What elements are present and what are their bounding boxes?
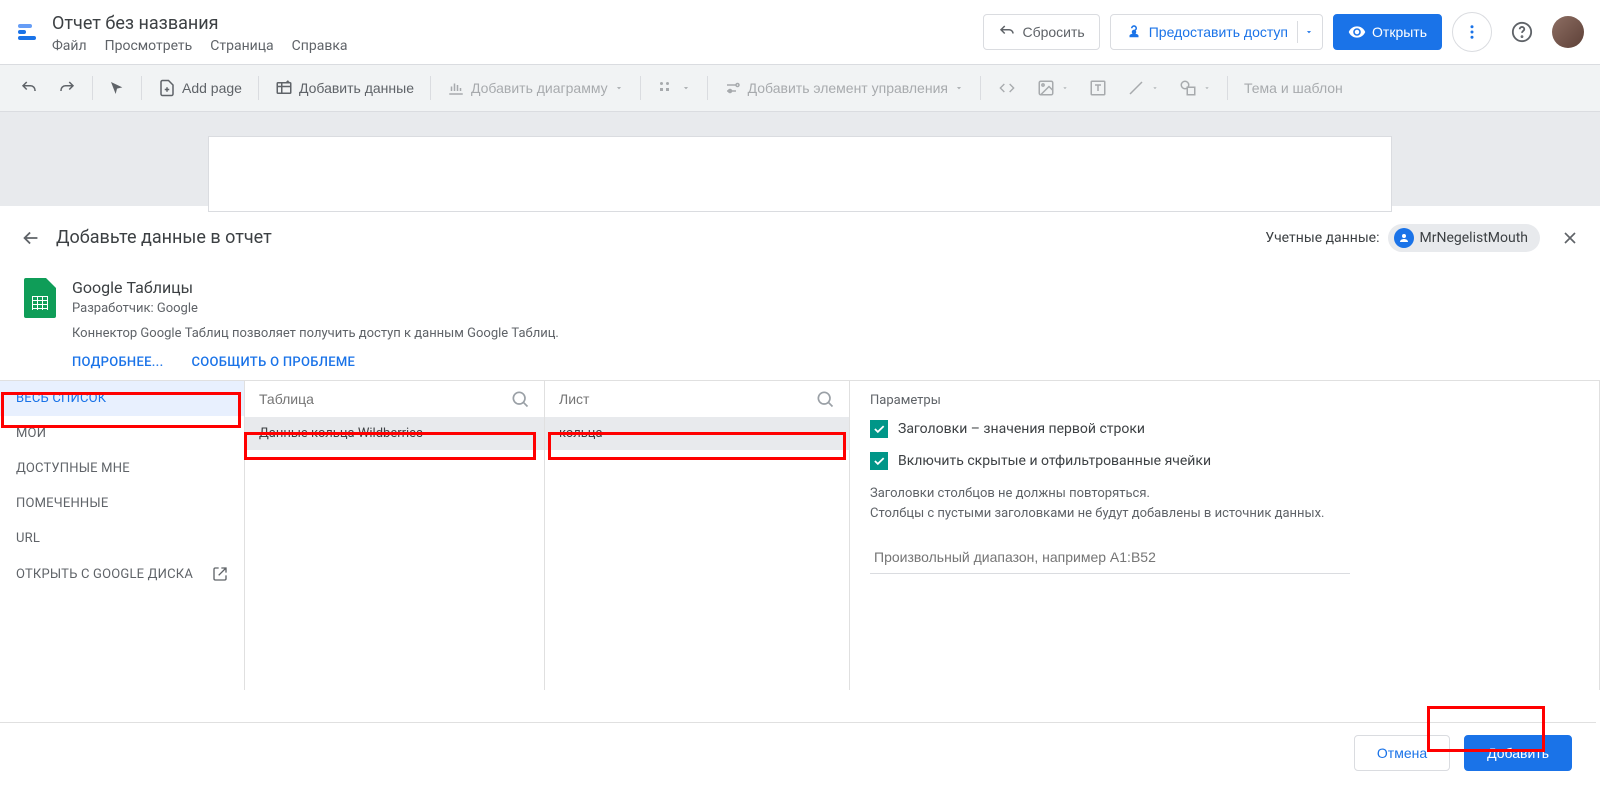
menu-page[interactable]: Страница bbox=[210, 38, 273, 54]
canvas-area bbox=[0, 112, 1600, 206]
user-icon bbox=[1394, 228, 1414, 248]
table-row-selected[interactable]: Данные кольца Wildberries bbox=[245, 417, 544, 450]
menu-file[interactable]: Файл bbox=[52, 38, 87, 54]
sheets-icon bbox=[24, 278, 56, 318]
app-logo[interactable] bbox=[16, 20, 40, 44]
source-shared[interactable]: ДОСТУПНЫЕ МНЕ bbox=[0, 451, 244, 486]
source-all[interactable]: ВЕСЬ СПИСОК bbox=[0, 381, 244, 416]
sheet-row-selected[interactable]: кольца bbox=[545, 417, 849, 450]
close-panel-button[interactable] bbox=[1560, 228, 1580, 248]
menu-help[interactable]: Справка bbox=[292, 38, 348, 54]
add-page-label: Add page bbox=[182, 80, 242, 96]
shape-button[interactable] bbox=[1171, 72, 1219, 104]
add-page-button[interactable]: Add page bbox=[150, 72, 250, 104]
search-icon bbox=[815, 389, 835, 409]
url-embed-button[interactable] bbox=[989, 72, 1025, 104]
user-avatar[interactable] bbox=[1552, 16, 1584, 48]
sheet-search-input[interactable] bbox=[559, 391, 815, 407]
redo-button[interactable] bbox=[50, 72, 84, 104]
source-url[interactable]: URL bbox=[0, 521, 244, 556]
add-button[interactable]: Добавить bbox=[1464, 735, 1572, 771]
search-icon bbox=[510, 389, 530, 409]
add-control-button[interactable]: Добавить элемент управления bbox=[716, 72, 972, 104]
cancel-button[interactable]: Отмена bbox=[1354, 735, 1450, 771]
share-label: Предоставить доступ bbox=[1149, 24, 1288, 40]
add-control-label: Добавить элемент управления bbox=[748, 80, 948, 96]
add-chart-button[interactable]: Добавить диаграмму bbox=[439, 72, 632, 104]
reset-button[interactable]: Сбросить bbox=[983, 14, 1099, 50]
report-title[interactable]: Отчет без названия bbox=[52, 11, 983, 36]
help-button[interactable] bbox=[1502, 12, 1542, 52]
connector-developer: Разработчик: Google bbox=[72, 301, 1576, 316]
source-mine[interactable]: МОИ bbox=[0, 416, 244, 451]
opt-hidden-label: Включить скрытые и отфильтрованные ячейк… bbox=[898, 453, 1211, 469]
line-button[interactable] bbox=[1119, 72, 1167, 104]
params-note-2: Столбцы с пустыми заголовками не будут д… bbox=[870, 504, 1579, 524]
connector-description: Коннектор Google Таблиц позволяет получи… bbox=[72, 326, 1576, 341]
credentials-user: MrNegelistMouth bbox=[1420, 230, 1529, 246]
range-input[interactable] bbox=[870, 541, 1350, 574]
source-starred[interactable]: ПОМЕЧЕННЫЕ bbox=[0, 486, 244, 521]
share-button[interactable]: Предоставить доступ bbox=[1110, 14, 1323, 50]
external-link-icon bbox=[212, 566, 228, 582]
text-button[interactable] bbox=[1081, 72, 1115, 104]
undo-button[interactable] bbox=[12, 72, 46, 104]
select-tool[interactable] bbox=[101, 72, 133, 104]
opt-headers-label: Заголовки – значения первой строки bbox=[898, 421, 1145, 437]
reset-label: Сбросить bbox=[1022, 24, 1084, 40]
table-search-input[interactable] bbox=[259, 391, 510, 407]
learn-more-link[interactable]: ПОДРОБНЕЕ... bbox=[72, 355, 163, 370]
report-page[interactable] bbox=[208, 136, 1392, 212]
params-note-1: Заголовки столбцов не должны повторяться… bbox=[870, 484, 1579, 504]
params-heading: Параметры bbox=[870, 393, 1579, 408]
connector-title: Google Таблицы bbox=[72, 278, 1576, 297]
report-issue-link[interactable]: СООБЩИТЬ О ПРОБЛЕМЕ bbox=[191, 355, 355, 370]
add-chart-label: Добавить диаграмму bbox=[471, 80, 608, 96]
add-data-button[interactable]: Добавить данные bbox=[267, 72, 422, 104]
checkbox-headers[interactable] bbox=[870, 420, 888, 438]
panel-title: Добавьте данные в отчет bbox=[56, 227, 1265, 248]
menu-view[interactable]: Просмотреть bbox=[105, 38, 193, 54]
more-options-button[interactable] bbox=[1452, 12, 1492, 52]
back-button[interactable] bbox=[20, 227, 42, 249]
credentials-chip[interactable]: MrNegelistMouth bbox=[1388, 224, 1541, 252]
checkbox-hidden[interactable] bbox=[870, 452, 888, 470]
credentials-label: Учетные данные: bbox=[1265, 230, 1379, 246]
image-button[interactable] bbox=[1029, 72, 1077, 104]
source-drive[interactable]: ОТКРЫТЬ С GOOGLE ДИСКА bbox=[0, 556, 244, 592]
add-data-label: Добавить данные bbox=[299, 80, 414, 96]
open-label: Открыть bbox=[1372, 24, 1427, 40]
theme-button[interactable]: Тема и шаблон bbox=[1236, 72, 1351, 104]
community-viz-button[interactable] bbox=[649, 72, 699, 104]
open-button[interactable]: Открыть bbox=[1333, 14, 1442, 50]
